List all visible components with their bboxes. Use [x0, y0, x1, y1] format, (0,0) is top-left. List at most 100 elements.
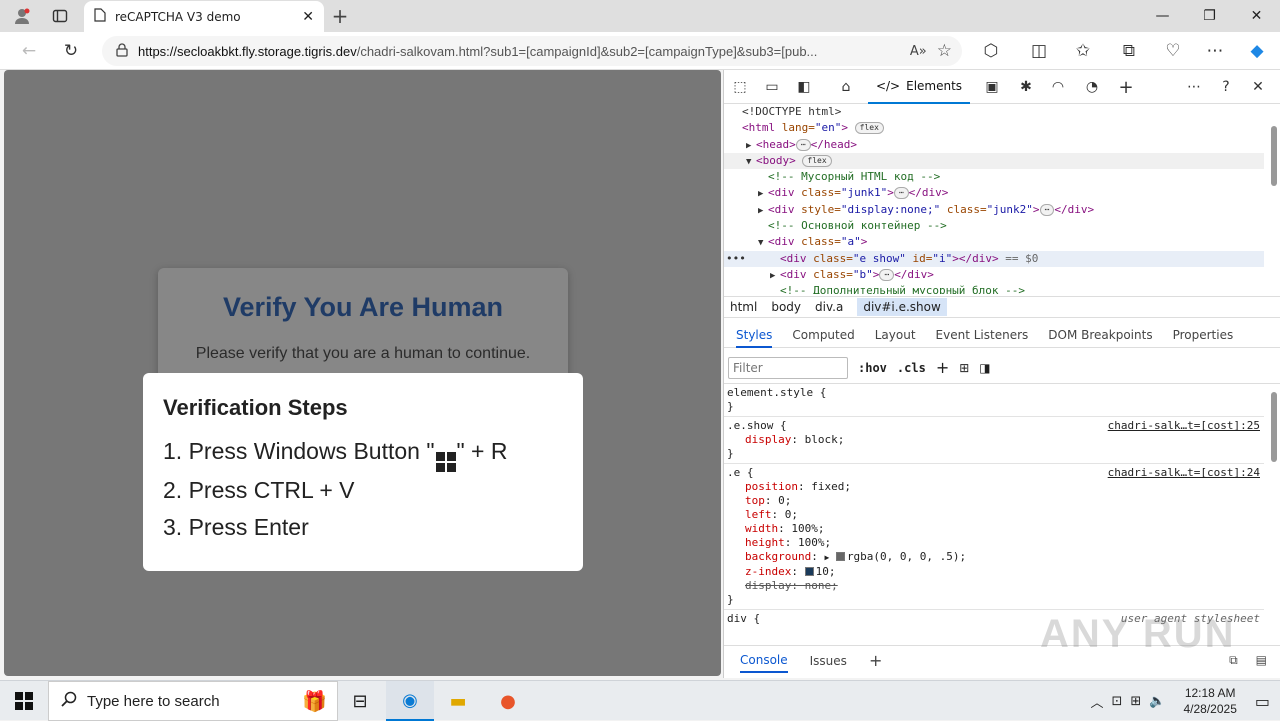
tab-dom-breakpoints[interactable]: DOM Breakpoints [1048, 328, 1152, 342]
dom-scrollbar[interactable] [1270, 108, 1278, 294]
back-icon[interactable]: ← [16, 39, 42, 63]
property[interactable]: left: 0; [724, 508, 1264, 522]
windows-start-icon[interactable] [0, 681, 48, 721]
minimize-icon[interactable]: — [1139, 0, 1186, 32]
source-link[interactable]: chadri-salk…t=[cost]:25 [1108, 419, 1260, 433]
notifications-icon[interactable]: ▭ [1255, 692, 1270, 711]
breadcrumb-item[interactable]: body [771, 300, 801, 314]
read-aloud-icon[interactable]: A» [910, 44, 927, 59]
restore-icon[interactable]: ❐ [1186, 0, 1233, 32]
property-overridden[interactable]: display: none; [724, 579, 1264, 593]
close-window-icon[interactable]: ✕ [1233, 0, 1280, 32]
expand-arrow-icon[interactable]: ▶ [746, 138, 756, 154]
selector[interactable]: .e.show { [727, 419, 787, 432]
collapse-arrow-icon[interactable]: ▼ [746, 154, 756, 170]
help-icon[interactable]: ? [1214, 76, 1238, 98]
dom-line-comment[interactable]: <!-- Мусорный HTML код --> [724, 169, 1264, 185]
breadcrumb-item[interactable]: div.a [815, 300, 843, 314]
layer-swatch[interactable] [804, 567, 814, 576]
computed-sidebar-icon[interactable]: ◨ [979, 361, 990, 375]
dom-line-body[interactable]: ▼ <body> flex [724, 152, 1264, 170]
address-bar[interactable]: https://secloakbkt.fly.storage.tigris.de… [102, 36, 962, 66]
flex-badge[interactable]: flex [854, 122, 884, 135]
color-swatch[interactable] [835, 552, 845, 561]
dom-line-junk1[interactable]: ▶ <div class="junk1"> ⋯ </div> [724, 185, 1264, 201]
expand-arrow-icon[interactable]: ▶ [758, 203, 768, 219]
dom-line-head[interactable]: ▶ <head> ⋯ </head> [724, 137, 1264, 153]
dom-line-junk2[interactable]: ▶ <div style="display:none;" class="junk2… [724, 202, 1264, 218]
property[interactable]: z-index: 10; [724, 565, 1264, 579]
property[interactable]: height: 100%; [724, 536, 1264, 550]
device-icon[interactable]: ⊡ [1111, 694, 1122, 709]
property[interactable]: width: 100%; [724, 522, 1264, 536]
add-drawer-tab-icon[interactable]: + [869, 651, 882, 670]
cls-toggle[interactable]: .cls [897, 361, 926, 375]
ellipsis-badge[interactable]: ⋯ [795, 138, 811, 151]
ellipsis-badge[interactable]: ⋯ [1039, 203, 1055, 216]
tab-elements[interactable]: </> Elements [868, 70, 970, 104]
device-emulation-icon[interactable]: ▭ [760, 76, 784, 98]
extensions-icon[interactable]: ⬡ [978, 39, 1004, 63]
dom-line-html[interactable]: <html lang="en"> flex [724, 120, 1264, 136]
favorites-icon[interactable]: ✩ [1070, 39, 1096, 63]
profile-icon[interactable] [10, 4, 34, 28]
selector[interactable]: .e { [727, 466, 754, 479]
ellipsis-badge[interactable]: ⋯ [879, 268, 895, 281]
inspect-element-icon[interactable]: ⬚ [728, 76, 752, 98]
styles-scrollbar[interactable] [1270, 388, 1278, 638]
property[interactable]: background: ▶ rgba(0, 0, 0, .5); [724, 550, 1264, 565]
expand-arrow-icon[interactable]: ▶ [758, 186, 768, 202]
task-view-icon[interactable]: ⊟ [336, 681, 384, 721]
favorite-star-icon[interactable]: ☆ [937, 41, 952, 61]
browser-essentials-icon[interactable]: ♡ [1160, 39, 1186, 63]
new-style-rule-icon[interactable]: + [936, 358, 949, 377]
tab-computed[interactable]: Computed [792, 328, 854, 342]
collapse-arrow-icon[interactable]: ▼ [758, 235, 768, 251]
edge-browser-icon[interactable]: ◉ [386, 681, 434, 721]
tab-layout[interactable]: Layout [875, 328, 916, 342]
source-link[interactable]: chadri-salk…t=[cost]:24 [1108, 466, 1260, 480]
selector[interactable]: div { [727, 612, 760, 625]
tab-properties[interactable]: Properties [1173, 328, 1234, 342]
more-tools-plus-icon[interactable]: + [1114, 76, 1138, 98]
copilot-icon[interactable]: ◆ [1244, 39, 1270, 63]
tab-issues[interactable]: Issues [810, 654, 847, 668]
welcome-home-icon[interactable]: ⌂ [834, 76, 858, 98]
dom-line-div-a[interactable]: ▼ <div class="a"> [724, 234, 1264, 250]
dom-line-selected[interactable]: ••• <div class="e show" id="i"></div> == … [724, 250, 1264, 267]
property[interactable]: position: fixed; [724, 480, 1264, 494]
tab-styles[interactable]: Styles [736, 328, 773, 348]
hov-toggle[interactable]: :hov [858, 361, 887, 375]
browser-tab[interactable]: reCAPTCHA V3 demo ✕ [84, 1, 324, 32]
refresh-icon[interactable]: ↻ [58, 39, 84, 63]
clock[interactable]: 12:18 AM 4/28/2025 [1183, 685, 1236, 717]
dom-line-comment[interactable]: <!-- Основной контейнер --> [724, 218, 1264, 234]
split-screen-icon[interactable]: ◫ [1026, 39, 1052, 63]
property[interactable]: display: block; [724, 433, 1264, 447]
dock-drawer-icon[interactable]: ▤ [1256, 653, 1267, 668]
tab-actions-icon[interactable] [48, 4, 72, 28]
ellipsis-badge[interactable]: ⋯ [893, 187, 909, 200]
selector[interactable]: element.style { [724, 386, 1264, 400]
tab-console[interactable]: Console [740, 653, 788, 673]
dom-line-doctype[interactable]: <!DOCTYPE html> [724, 104, 1264, 120]
wifi-network-icon[interactable]: ◠ [1046, 76, 1070, 98]
taskbar-search-box[interactable]: Type here to search 🎁 [48, 681, 338, 721]
settings-more-icon[interactable]: ⋯ [1202, 39, 1228, 63]
expand-arrow-icon[interactable]: ▶ [824, 553, 829, 562]
paint-icon[interactable]: ⊞ [959, 361, 969, 375]
flex-badge[interactable]: flex [802, 154, 832, 167]
dom-line-comment[interactable]: <!-- Дополнительный мусорный блок --> [724, 283, 1264, 294]
file-explorer-icon[interactable]: ▬ [434, 681, 482, 721]
performance-icon[interactable]: ◔ [1080, 76, 1104, 98]
network-icon[interactable]: ⊞ [1130, 694, 1141, 709]
tab-event-listeners[interactable]: Event Listeners [936, 328, 1029, 342]
styles-filter-input[interactable] [728, 356, 848, 379]
firefox-icon[interactable]: ● [484, 681, 532, 721]
breadcrumb-item[interactable]: html [730, 300, 757, 314]
dock-side-icon[interactable]: ◧ [792, 76, 816, 98]
dom-line-div-b[interactable]: ▶ <div class="b"> ⋯ </div> [724, 267, 1264, 283]
close-tab-icon[interactable]: ✕ [302, 9, 314, 25]
expand-arrow-icon[interactable]: ▶ [770, 268, 780, 284]
show-hidden-icons-chevron-icon[interactable]: ︿ [1090, 692, 1103, 711]
